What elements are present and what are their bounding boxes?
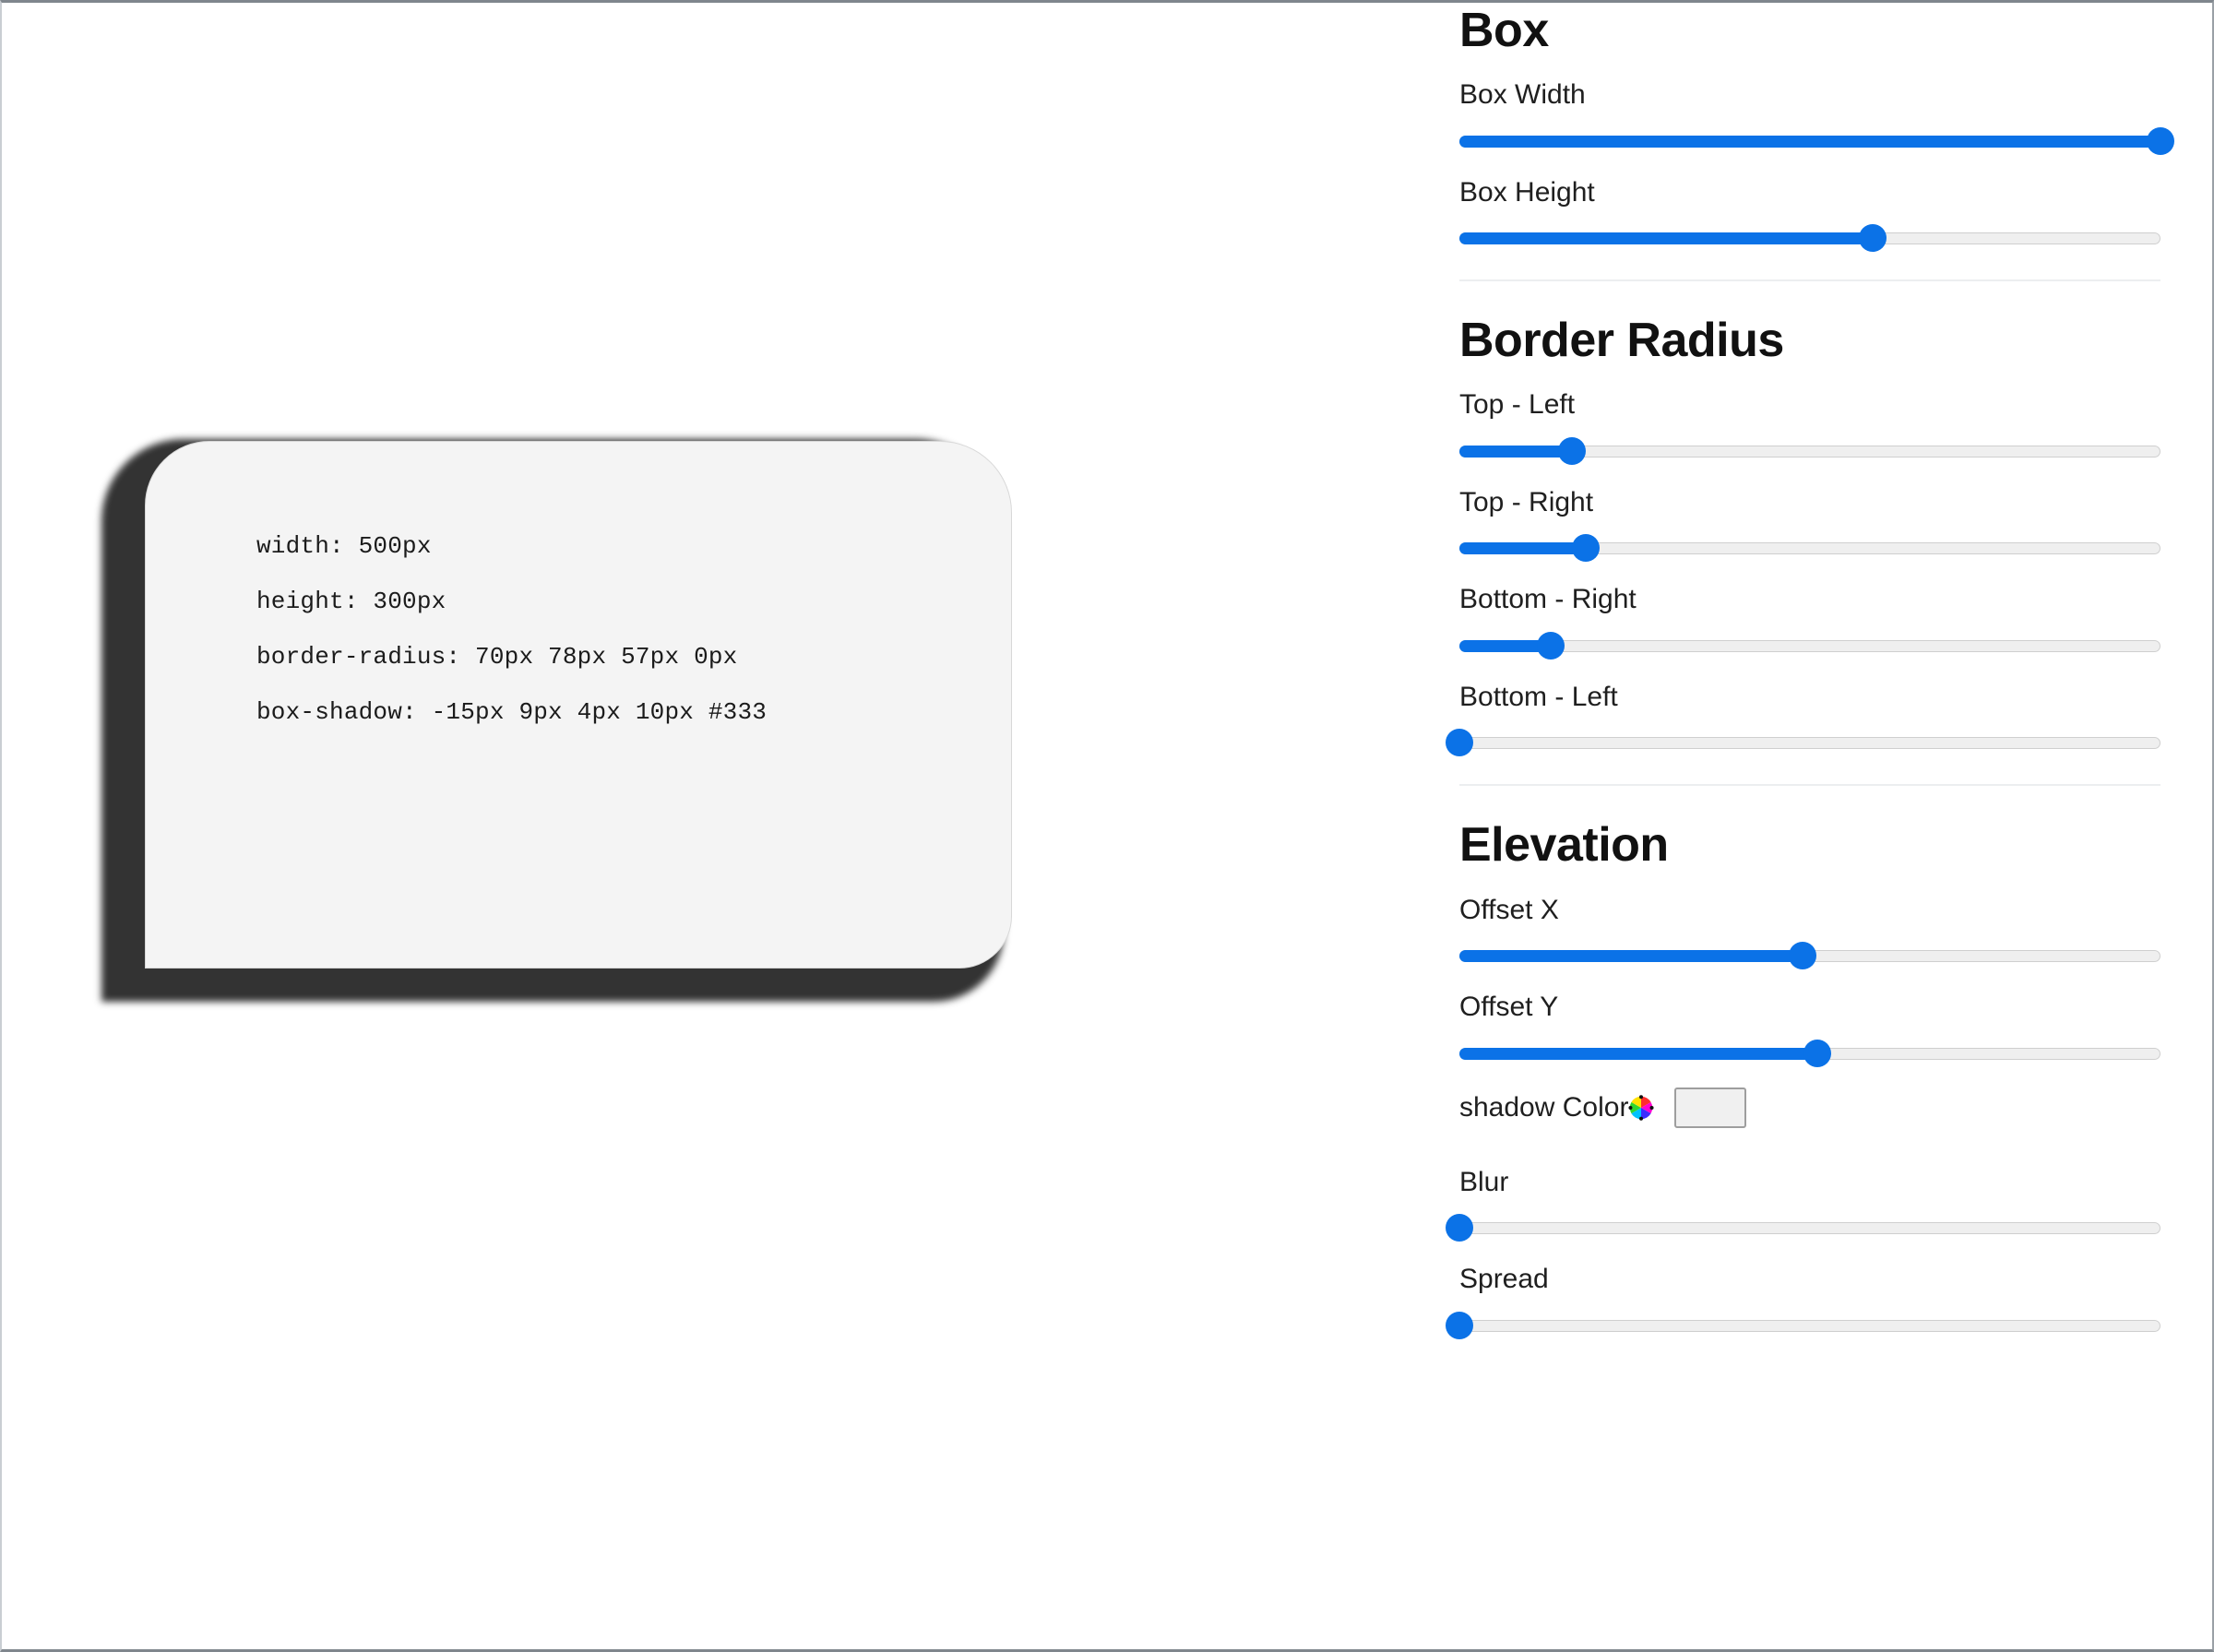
- slider-box-width[interactable]: [1459, 125, 2174, 157]
- label-box-width: Box Width: [1459, 79, 1586, 111]
- label-offset-y: Offset Y: [1459, 992, 1559, 1023]
- slider-radius-bottom-right[interactable]: [1459, 630, 2160, 661]
- slider-track: [1459, 1319, 2160, 1332]
- label-offset-x: Offset X: [1459, 894, 1559, 925]
- label-shadow-color: shadow Color: [1459, 1091, 1629, 1123]
- label-radius-bottom-right: Bottom - Right: [1459, 584, 1637, 615]
- section-divider-1: [1459, 279, 2160, 282]
- label-radius-top-right: Top - Right: [1459, 486, 1594, 517]
- slider-track: [1459, 1222, 2160, 1235]
- slider-thumb[interactable]: [1446, 729, 1473, 757]
- section-border-radius: Border Radius Top - Left Top - Right Bot…: [1446, 313, 2160, 759]
- slider-thumb[interactable]: [1571, 534, 1600, 563]
- section-box: Box Box Width Box Height: [1459, 3, 2174, 255]
- slider-radius-top-left[interactable]: [1459, 435, 2160, 467]
- slider-radius-top-right[interactable]: [1459, 532, 2160, 564]
- section-title-elevation: Elevation: [1459, 818, 1669, 873]
- slider-fill: [1459, 232, 1874, 245]
- slider-blur[interactable]: [1446, 1212, 2160, 1243]
- slider-box-height[interactable]: [1459, 222, 2160, 254]
- slider-offset-x[interactable]: [1459, 940, 2160, 971]
- slider-thumb[interactable]: [1446, 1214, 1473, 1242]
- field-box-height: Box Height: [1459, 175, 2160, 255]
- slider-track: [1459, 737, 2160, 750]
- label-box-height: Box Height: [1459, 176, 1595, 208]
- slider-thumb[interactable]: [1536, 631, 1565, 660]
- section-divider-2: [1459, 784, 2160, 787]
- field-radius-bottom-left: Bottom - Left: [1446, 680, 2160, 759]
- slider-fill: [1459, 1047, 1817, 1060]
- field-offset-y: Offset Y: [1459, 990, 2160, 1069]
- label-radius-bottom-left: Bottom - Left: [1459, 681, 1618, 712]
- field-shadow-color: shadow Color: [1459, 1087, 2160, 1128]
- slider-thumb[interactable]: [1789, 942, 1817, 970]
- slider-offset-y[interactable]: [1459, 1038, 2160, 1069]
- field-radius-bottom-right: Bottom - Right: [1459, 582, 2160, 661]
- code-line-height: height: 300px: [256, 588, 446, 615]
- field-spread: Spread: [1446, 1262, 2160, 1341]
- slider-fill: [1459, 542, 1586, 555]
- slider-radius-bottom-left[interactable]: [1446, 727, 2160, 758]
- preview-stage: width: 500px height: 300px border-radius…: [145, 441, 1012, 969]
- code-line-width: width: 500px: [256, 532, 432, 560]
- preview-box: width: 500px height: 300px border-radius…: [145, 441, 1012, 969]
- section-title-border-radius: Border Radius: [1459, 314, 1784, 368]
- slider-thumb[interactable]: [2147, 126, 2174, 155]
- section-elevation: Elevation Offset X Offset Y shadow Color…: [1446, 817, 2160, 1341]
- code-line-box-shadow: box-shadow: -15px 9px 4px 10px #333: [256, 698, 768, 726]
- field-radius-top-right: Top - Right: [1459, 485, 2160, 565]
- slider-thumb[interactable]: [1859, 224, 1887, 253]
- slider-thumb[interactable]: [1557, 436, 1586, 465]
- code-line-border-radius: border-radius: 70px 78px 57px 0px: [256, 643, 738, 671]
- label-radius-top-left: Top - Left: [1459, 389, 1576, 421]
- shadow-color-input[interactable]: [1674, 1087, 1747, 1128]
- slider-fill: [1459, 445, 1572, 458]
- slider-fill: [1459, 135, 2160, 148]
- preview-pane: width: 500px height: 300px border-radius…: [2, 3, 1459, 1649]
- slider-fill: [1459, 950, 1803, 963]
- label-spread: Spread: [1459, 1264, 1549, 1295]
- slider-track: [1459, 639, 2160, 652]
- controls-pane: Box Box Width Box Height Border Radius T…: [1446, 3, 2214, 1360]
- box-shadow-generator-app: width: 500px height: 300px border-radius…: [2, 3, 2212, 1649]
- field-box-width: Box Width: [1459, 77, 2174, 157]
- section-title-box: Box: [1459, 4, 1549, 57]
- field-radius-top-left: Top - Left: [1459, 387, 2160, 467]
- slider-thumb[interactable]: [1446, 1311, 1473, 1339]
- label-blur: Blur: [1459, 1166, 1509, 1197]
- slider-thumb[interactable]: [1803, 1039, 1831, 1067]
- field-offset-x: Offset X: [1459, 893, 2160, 972]
- slider-spread[interactable]: [1446, 1310, 2160, 1341]
- color-wheel-icon: [1628, 1094, 1654, 1121]
- field-blur: Blur: [1446, 1165, 2160, 1244]
